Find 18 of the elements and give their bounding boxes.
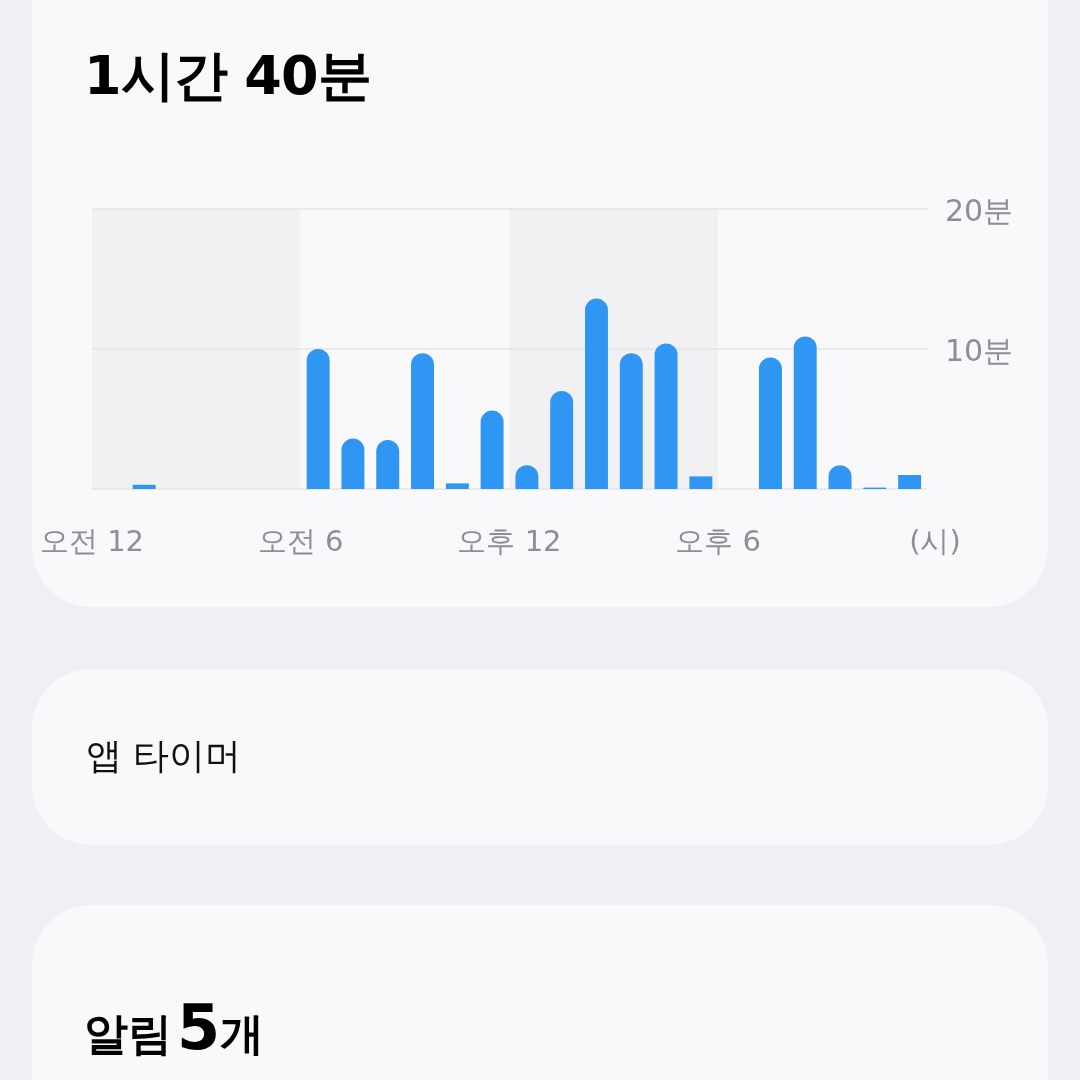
usage-bar [132, 484, 156, 489]
y-tick-label: 10분 [945, 332, 1014, 368]
x-tick-label: 오후 6 [675, 523, 762, 558]
usage-bar [689, 476, 713, 489]
usage-bar [445, 483, 469, 489]
app-timer-label: 앱 타이머 [86, 734, 242, 779]
x-tick-label: 오전 6 [257, 523, 344, 558]
usage-bar [341, 438, 365, 489]
y-tick-label: 20분 [945, 192, 1014, 228]
notifications-unit: 개 [220, 1007, 265, 1059]
x-tick-label: 오후 12 [457, 523, 562, 558]
total-time: 1시간 40분 [84, 44, 372, 109]
notifications-label: 알림 [84, 1007, 172, 1059]
notifications-count: 5 [177, 990, 221, 1064]
x-axis-label: (시) [909, 523, 961, 558]
usage-bar [376, 439, 400, 489]
x-tick-label: 오전 12 [39, 523, 145, 558]
app-timer-row[interactable]: 앱 타이머 [32, 668, 1048, 845]
